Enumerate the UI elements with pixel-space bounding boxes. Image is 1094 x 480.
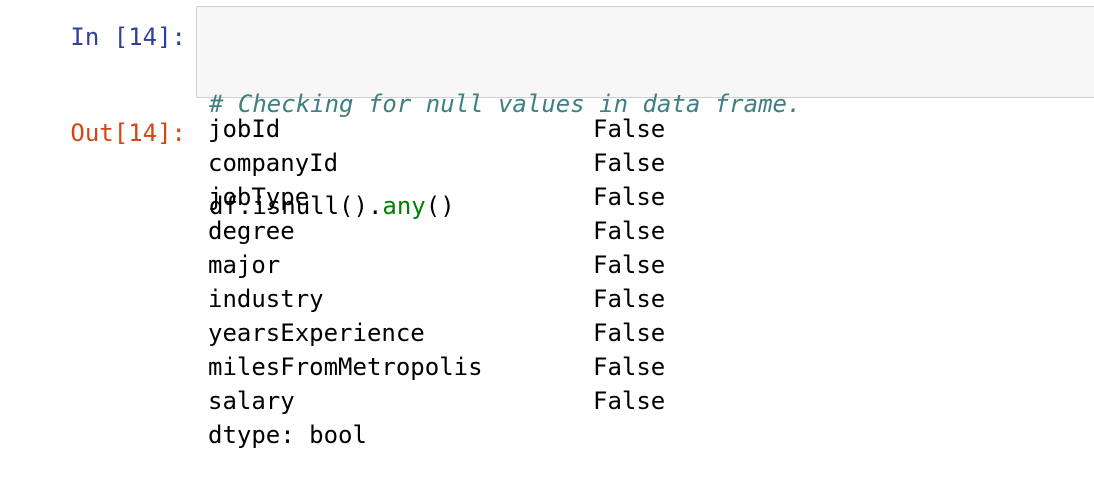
output-row: degree False bbox=[208, 214, 665, 248]
column-name: degree bbox=[208, 217, 295, 245]
null-flag: False bbox=[593, 115, 666, 143]
column-name: salary bbox=[208, 387, 295, 415]
column-name: major bbox=[208, 251, 281, 279]
column-name: jobId bbox=[208, 115, 281, 143]
column-name: jobType bbox=[208, 183, 310, 211]
output-prompt: Out[14]: bbox=[70, 119, 186, 147]
code-editor[interactable]: # Checking for null values in data frame… bbox=[196, 6, 1094, 220]
output-row: jobType False bbox=[208, 180, 665, 214]
output-row: salary False bbox=[208, 384, 665, 418]
output-row: major False bbox=[208, 248, 665, 282]
null-flag: False bbox=[593, 353, 666, 381]
null-flag: False bbox=[593, 387, 666, 415]
input-prompt: In [14]: bbox=[70, 23, 186, 51]
output-row: companyId False bbox=[208, 146, 665, 180]
column-name: companyId bbox=[208, 149, 339, 177]
column-name: yearsExperience bbox=[208, 319, 425, 347]
dtype-label: dtype: bool bbox=[208, 421, 367, 449]
null-flag: False bbox=[593, 251, 666, 279]
null-flag: False bbox=[593, 319, 666, 347]
null-flag: False bbox=[593, 149, 666, 177]
column-name: milesFromMetropolis bbox=[208, 353, 483, 381]
column-name: industry bbox=[208, 285, 324, 313]
output-row: industry False bbox=[208, 282, 665, 316]
output-cell: Out[14]: jobId False companyId False job… bbox=[0, 110, 1094, 480]
dtype-row: dtype: bool bbox=[208, 418, 665, 452]
input-cell: In [14]: # Checking for null values in d… bbox=[0, 0, 1094, 220]
null-flag: False bbox=[593, 217, 666, 245]
output-row: yearsExperience False bbox=[208, 316, 665, 350]
output-text: jobId False companyId False jobType Fals… bbox=[208, 112, 665, 452]
null-flag: False bbox=[593, 183, 666, 211]
output-row: milesFromMetropolis False bbox=[208, 350, 665, 384]
null-flag: False bbox=[593, 285, 666, 313]
output-row: jobId False bbox=[208, 112, 665, 146]
